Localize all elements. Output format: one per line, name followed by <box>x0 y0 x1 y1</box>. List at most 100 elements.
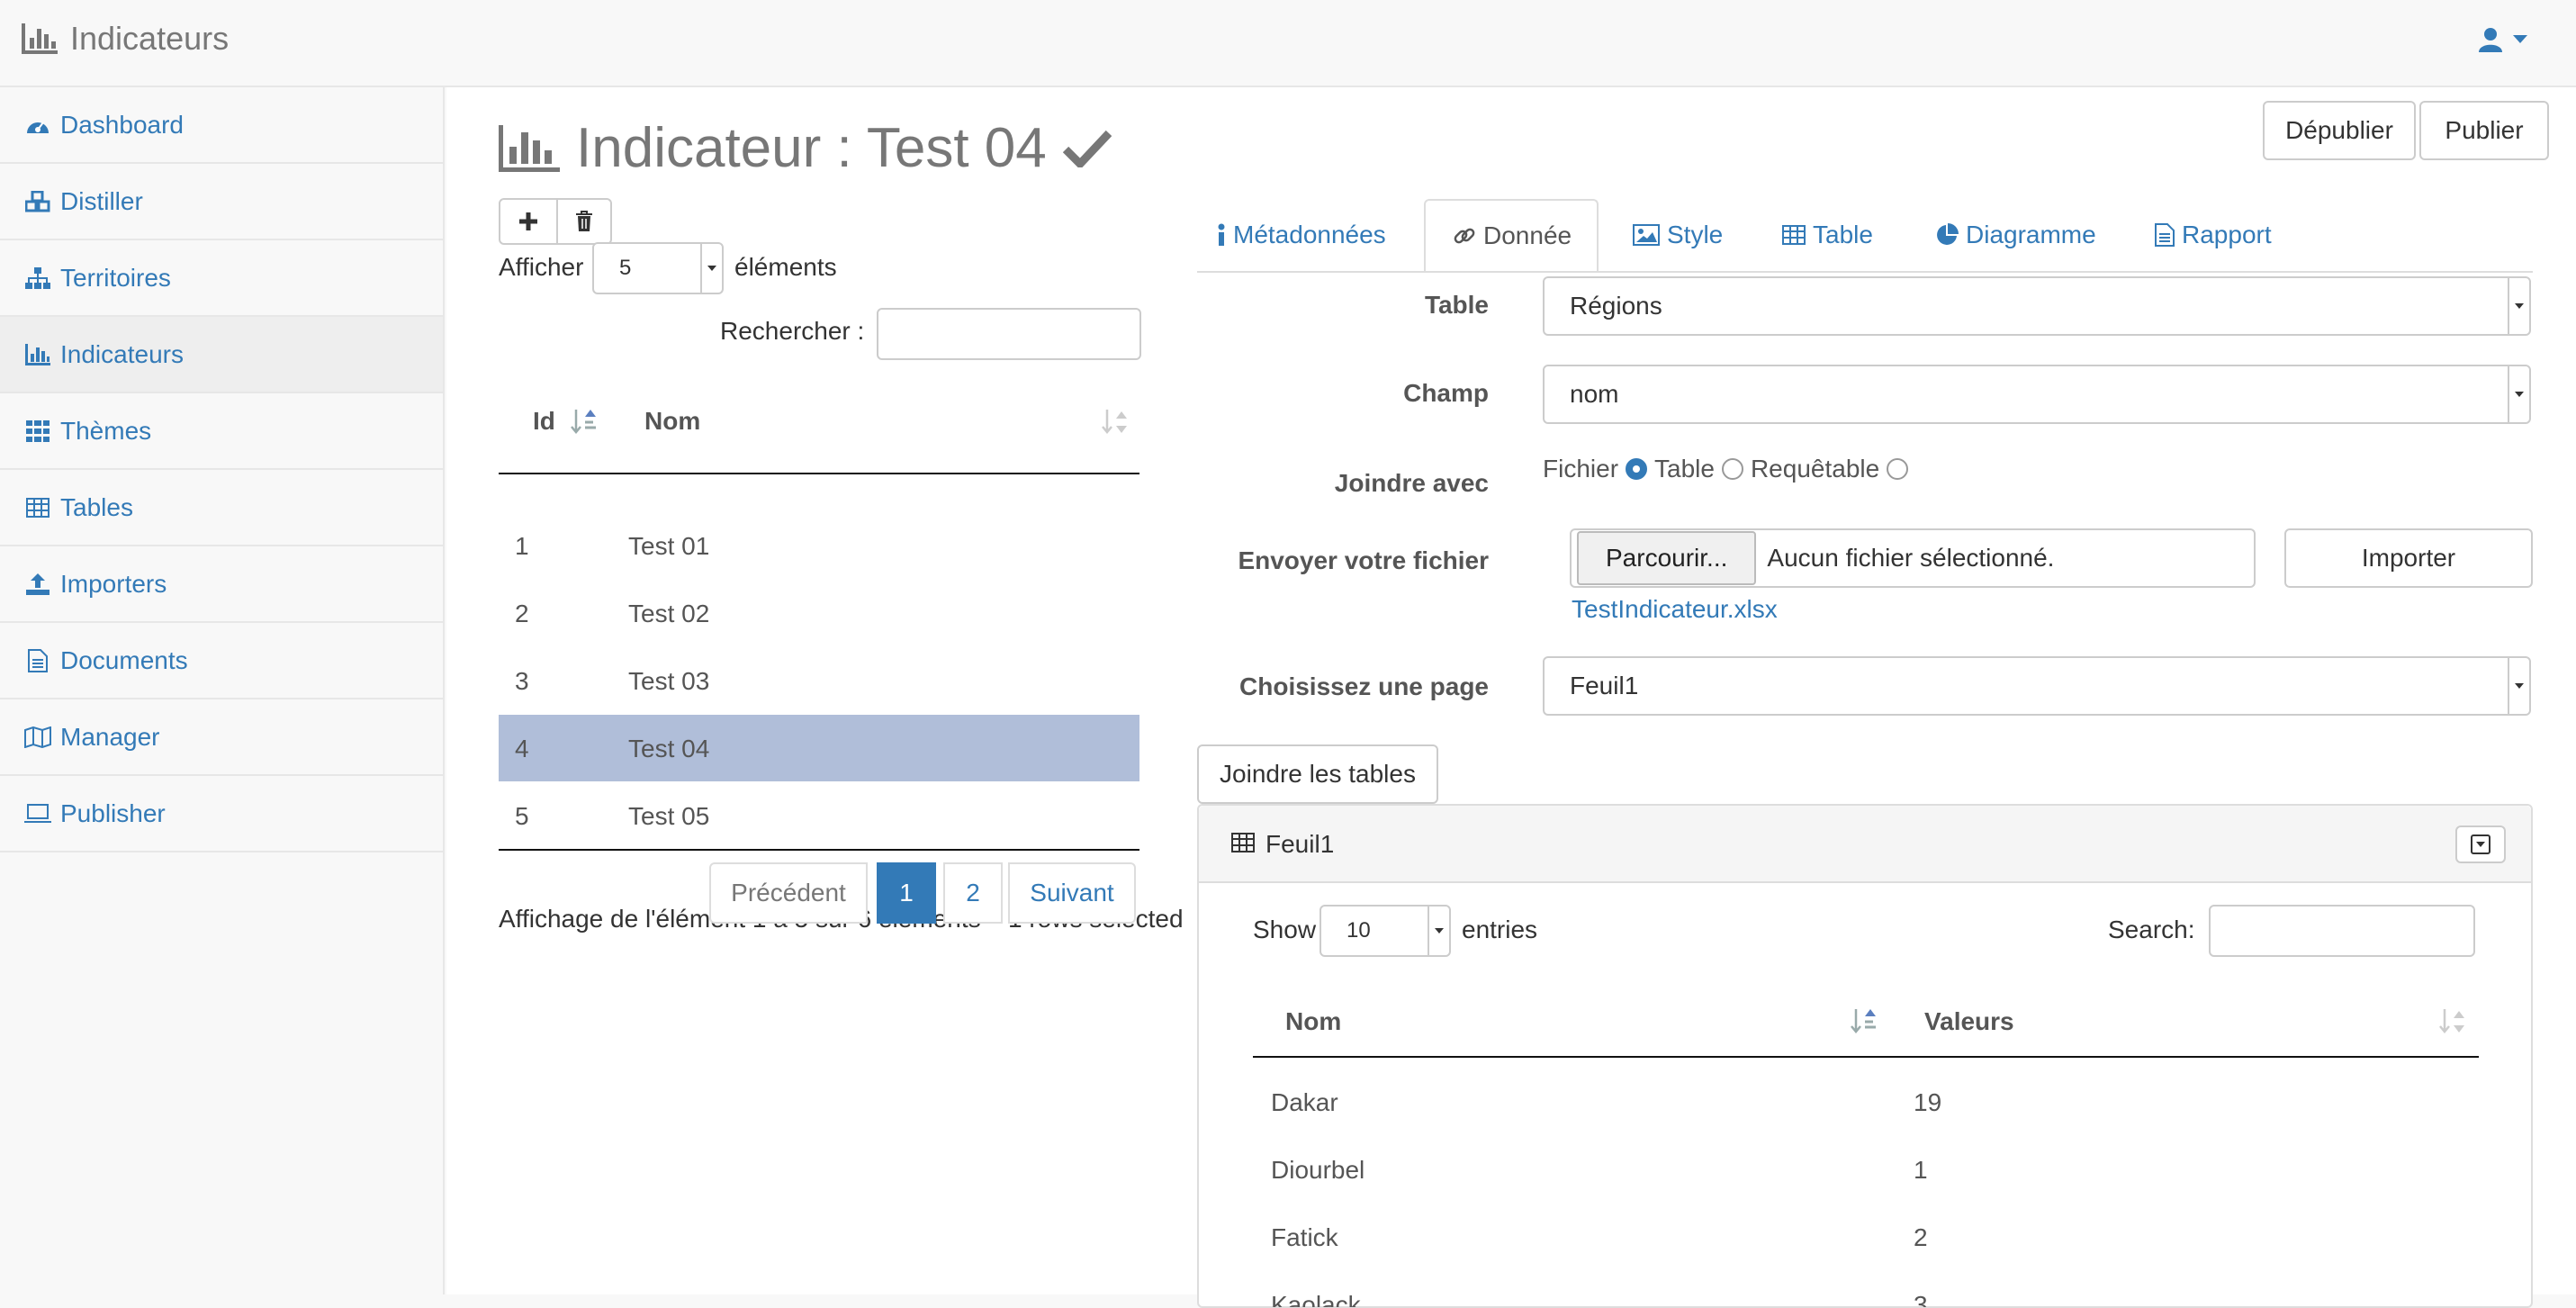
tab-underline <box>1197 271 2533 273</box>
table-select-value: Régions <box>1570 292 1662 320</box>
file-link[interactable]: TestIndicateur.xlsx <box>1572 595 1778 624</box>
sitemap-icon <box>24 265 51 292</box>
cell-value: 3 <box>1914 1291 1928 1307</box>
tab-diagramme[interactable]: Diagramme <box>1935 199 2096 271</box>
chevron-down-icon <box>2513 35 2527 44</box>
tab-style[interactable]: Style <box>1633 199 1723 271</box>
cell-value: 2 <box>1914 1223 1928 1251</box>
map-icon <box>24 724 51 751</box>
panel-heading: Feuil1 <box>1199 806 2531 883</box>
cell-name: Test 03 <box>628 667 710 695</box>
sidebar-item-tables[interactable]: Tables <box>0 470 443 546</box>
cell-name: Kaolack <box>1271 1291 1361 1307</box>
table-icon <box>1231 833 1255 852</box>
trash-icon <box>575 211 593 232</box>
delete-button[interactable] <box>556 198 612 245</box>
caret-down-icon <box>1428 907 1449 955</box>
radio-table[interactable] <box>1721 458 1743 480</box>
table-row[interactable]: 2 Test 02 <box>499 580 1139 646</box>
cell-id: 5 <box>515 802 529 830</box>
sidebar-item-territoires[interactable]: Territoires <box>0 240 443 317</box>
field-select[interactable]: nom <box>1543 365 2531 424</box>
table-row-selected[interactable]: 4 Test 04 <box>499 715 1139 781</box>
entries-select-value: 10 <box>1347 918 1371 943</box>
page-length-select[interactable]: 5 <box>592 242 724 294</box>
user-menu[interactable] <box>2479 27 2527 52</box>
table-footer-border <box>499 849 1139 851</box>
add-button[interactable] <box>499 198 558 245</box>
brand-label: Indicateurs <box>70 20 230 57</box>
brand[interactable]: Indicateurs <box>22 20 229 58</box>
column-header-nom[interactable]: Nom <box>1285 1007 1341 1036</box>
table-row[interactable]: 5 Test 05 <box>499 782 1139 849</box>
tab-donnee[interactable]: Donnée <box>1424 199 1599 271</box>
table-row[interactable]: Fatick 2 <box>1253 1204 2479 1270</box>
sidebar-item-label: Territoires <box>60 263 171 292</box>
column-header-id[interactable]: Id <box>533 407 555 436</box>
caret-square-down-icon <box>2471 834 2490 854</box>
page-label: Choisissez une page <box>1239 672 1489 700</box>
publish-button[interactable]: Publier <box>2419 101 2549 160</box>
cell-id: 2 <box>515 600 529 627</box>
collapse-button[interactable] <box>2455 825 2506 863</box>
main-content: Indicateur : Test 04 Dépublier Publier A… <box>446 87 2576 1308</box>
caret-down-icon <box>2508 366 2529 422</box>
cubes-icon <box>24 188 51 215</box>
check-icon <box>1062 130 1112 167</box>
no-file-text: Aucun fichier sélectionné. <box>1767 544 2055 572</box>
tab-label: Style <box>1667 221 1724 248</box>
tab-table[interactable]: Table <box>1782 199 1873 271</box>
upload-icon <box>24 571 51 598</box>
sidebar-item-dashboard[interactable]: Dashboard <box>0 87 443 164</box>
entries-label: entries <box>1462 916 1538 943</box>
file-input[interactable]: Parcourir... Aucun fichier sélectionné. <box>1570 528 2256 588</box>
sidebar-item-label: Dashboard <box>60 110 184 139</box>
sidebar-item-themes[interactable]: Thèmes <box>0 393 443 470</box>
pagination-page-2[interactable]: 2 <box>943 862 1003 924</box>
bar-chart-icon <box>499 124 560 172</box>
sidebar-item-importers[interactable]: Importers <box>0 546 443 623</box>
column-header-valeurs[interactable]: Valeurs <box>1924 1007 2014 1036</box>
tab-metadonnees[interactable]: Métadonnées <box>1213 199 1390 271</box>
cell-name: Dakar <box>1271 1088 1338 1116</box>
sidebar-item-manager[interactable]: Manager <box>0 699 443 776</box>
data-panel: Feuil1 Show 10 entries Search: Nom Valeu… <box>1197 804 2533 1308</box>
sidebar-item-documents[interactable]: Documents <box>0 623 443 699</box>
radio-requetable[interactable] <box>1887 458 1909 480</box>
sort-asc-icon[interactable] <box>1851 1009 1878 1034</box>
tab-rapport[interactable]: Rapport <box>2155 199 2272 271</box>
page-select[interactable]: Feuil1 <box>1543 656 2531 716</box>
pagination-next[interactable]: Suivant <box>1008 862 1136 924</box>
cell-name: Test 02 <box>628 600 710 627</box>
entries-show-label: Show <box>1253 916 1317 943</box>
import-button[interactable]: Importer <box>2284 528 2533 588</box>
sidebar-item-distiller[interactable]: Distiller <box>0 164 443 240</box>
unpublish-button[interactable]: Dépublier <box>2263 101 2416 160</box>
join-tables-button[interactable]: Joindre les tables <box>1197 744 1438 804</box>
page-title: Indicateur : Test 04 <box>499 116 1112 180</box>
file-icon <box>24 647 51 674</box>
entries-select[interactable]: 10 <box>1320 905 1451 957</box>
sidebar-item-label: Distiller <box>60 186 143 215</box>
table-row[interactable]: Dakar 19 <box>1253 1069 2479 1135</box>
pagination-page-1[interactable]: 1 <box>877 862 936 924</box>
elements-label: éléments <box>734 253 837 281</box>
browse-button[interactable]: Parcourir... <box>1577 531 1757 585</box>
column-header-nom[interactable]: Nom <box>644 407 700 436</box>
table-label: Table <box>1424 291 1489 319</box>
table-icon <box>1782 225 1806 245</box>
table-row[interactable]: Kaolack 3 <box>1253 1271 2479 1307</box>
pagination-previous[interactable]: Précédent <box>709 862 868 924</box>
table-row[interactable]: Diourbel 1 <box>1253 1136 2479 1203</box>
radio-fichier[interactable] <box>1626 458 1648 480</box>
sidebar-item-indicateurs[interactable]: Indicateurs <box>0 317 443 393</box>
tab-label: Donnée <box>1483 221 1572 249</box>
table-select[interactable]: Régions <box>1543 276 2531 336</box>
panel-search-input[interactable] <box>2209 905 2475 957</box>
sidebar-item-publisher[interactable]: Publisher <box>0 776 443 852</box>
sort-both-icon[interactable] <box>1102 410 1129 435</box>
sort-both-icon[interactable] <box>2439 1009 2466 1034</box>
sort-asc-icon[interactable] <box>571 410 598 435</box>
upload-label: Envoyer votre fichier <box>1238 546 1489 574</box>
sidebar-item-label: Indicateurs <box>60 339 184 368</box>
